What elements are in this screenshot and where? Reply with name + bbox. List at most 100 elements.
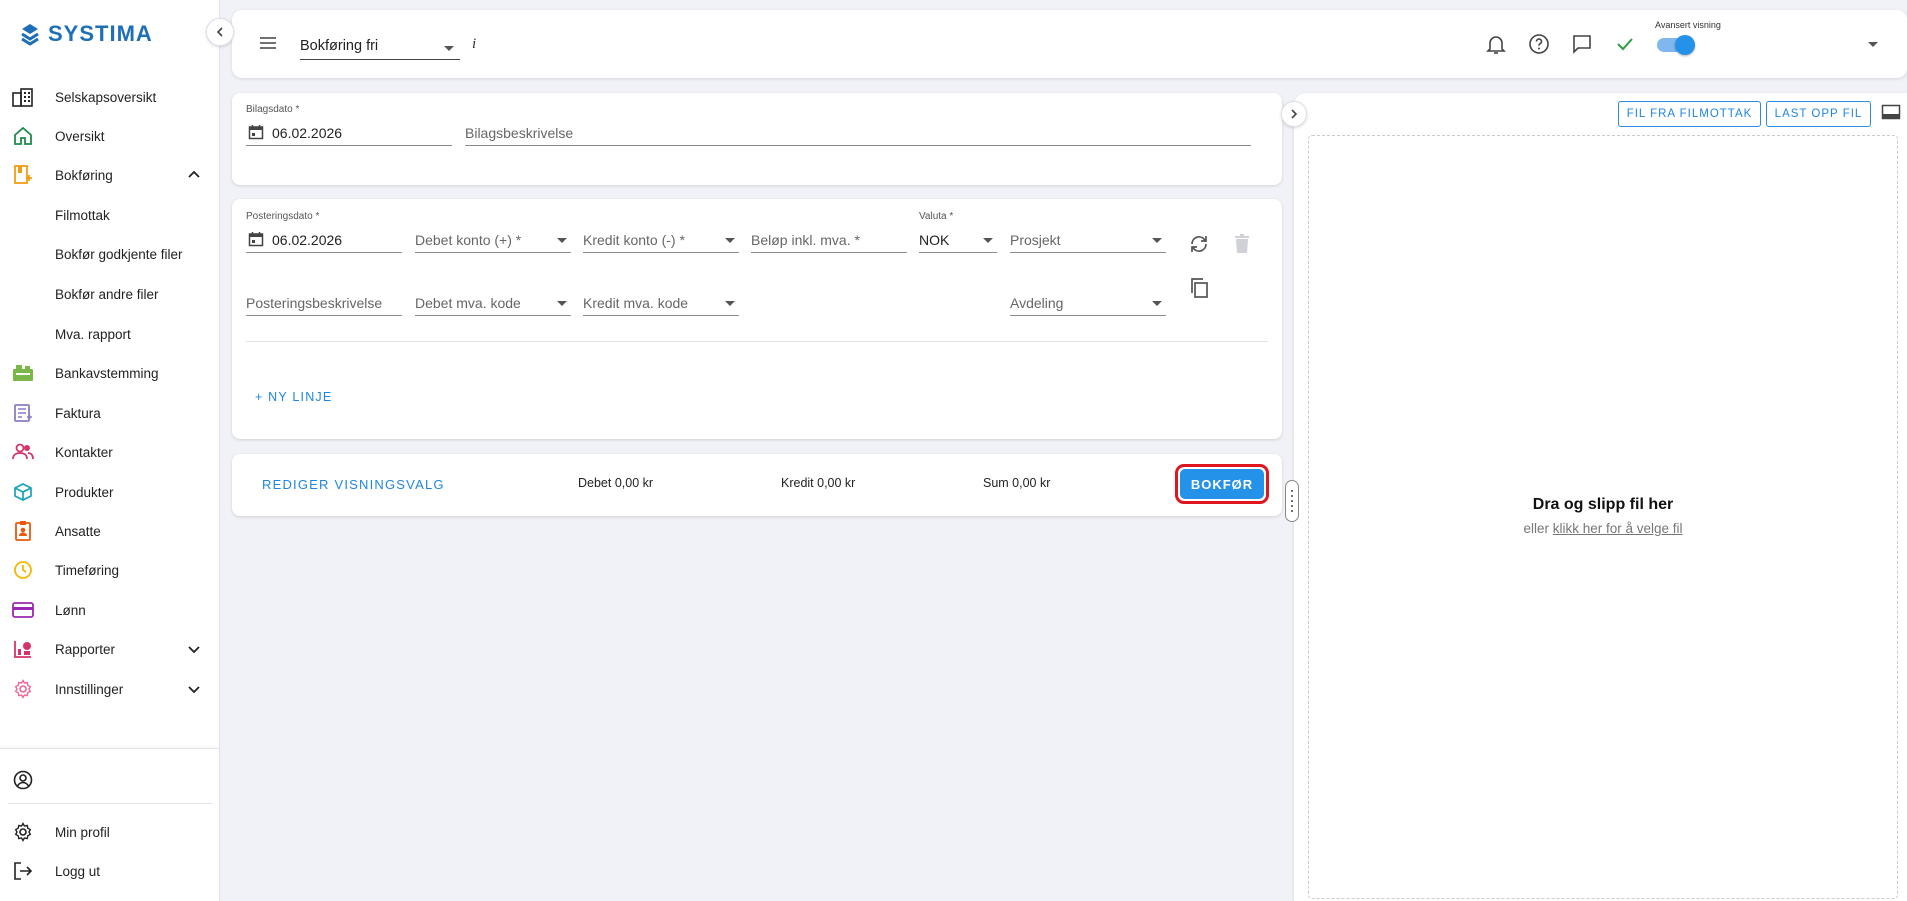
kredit-konto-placeholder: Kredit konto (-) * [583, 232, 685, 248]
choose-file-link[interactable]: klikk her for å velge fil [1553, 521, 1683, 536]
account-button[interactable] [0, 761, 220, 799]
sidebar-item-label: Bokfør andre filer [55, 286, 159, 302]
summary-bar: REDIGER VISNINGSVALG Debet 0,00 kr Kredi… [232, 454, 1282, 516]
user-circle-icon [12, 769, 34, 791]
sidebar-item-label: Selskapsoversikt [55, 89, 157, 105]
valuta-label: Valuta * [919, 211, 954, 222]
bell-icon[interactable] [1484, 32, 1508, 56]
logg-ut-label: Logg ut [55, 863, 101, 879]
bilagsdato-value: 06.02.2026 [272, 125, 343, 141]
sidebar-item-label: Bokfør godkjente filer [55, 246, 183, 262]
chevron-left-icon [216, 27, 223, 37]
debet-mva-field[interactable]: Debet mva. kode [415, 290, 571, 316]
sidebar-item-produkter[interactable]: Produkter [0, 473, 220, 511]
refresh-icon[interactable] [1188, 233, 1212, 257]
prosjekt-field[interactable]: Prosjekt [1010, 227, 1166, 253]
sidebar-item-lonn[interactable]: Lønn [0, 591, 220, 629]
credit-total: Kredit 0,00 kr [781, 476, 856, 490]
sidebar-item-bankavstemming[interactable]: Bankavstemming [0, 354, 220, 392]
copy-icon[interactable] [1188, 277, 1212, 301]
account-dropdown-caret-icon[interactable] [1868, 42, 1878, 47]
calendar-icon[interactable] [248, 124, 264, 140]
help-icon[interactable] [1527, 32, 1551, 56]
sidebar: SYSTIMA Selskapsoversikt Oversikt Bokfør… [0, 0, 220, 901]
sidebar-item-faktura[interactable]: Faktura [0, 394, 220, 432]
posteringsbeskrivelse-field[interactable]: Posteringsbeskrivelse [246, 290, 402, 316]
sidebar-item-kontakter[interactable]: Kontakter [0, 433, 220, 471]
kredit-mva-placeholder: Kredit mva. kode [583, 295, 689, 311]
ledger-icon [12, 164, 34, 186]
posteringsbeskrivelse-placeholder: Posteringsbeskrivelse [246, 295, 383, 311]
sidebar-item-timeforing[interactable]: Timeføring [0, 551, 220, 589]
check-icon[interactable] [1613, 32, 1637, 56]
mode-select[interactable]: Bokføring fri [300, 36, 460, 60]
bilagsdato-label: Bilagsdato * [246, 104, 300, 115]
voucher-card: Bilagsdato * 06.02.2026 Bilagsbeskrivels… [232, 93, 1282, 185]
sidebar-item-mva-rapport[interactable]: Mva. rapport [0, 315, 220, 353]
file-dropzone[interactable]: Dra og slipp fil her eller klikk her for… [1308, 135, 1898, 899]
belop-field[interactable]: Beløp inkl. mva. * [751, 227, 907, 253]
resize-handle[interactable] [1285, 480, 1299, 522]
chevron-down-icon[interactable] [186, 681, 202, 697]
dropdown-caret-icon [444, 46, 454, 51]
layout-toggle-icon[interactable] [1881, 104, 1901, 122]
new-line-button[interactable]: + NY LINJE [255, 390, 332, 404]
calendar-icon[interactable] [248, 231, 264, 247]
belop-placeholder: Beløp inkl. mva. * [751, 232, 860, 248]
delete-icon[interactable] [1232, 233, 1256, 257]
sidebar-item-ansatte[interactable]: Ansatte [0, 512, 220, 550]
mode-select-value: Bokføring fri [300, 38, 379, 54]
logg-ut-link[interactable]: Logg ut [0, 852, 220, 890]
bokfor-button[interactable]: BOKFØR [1180, 469, 1264, 499]
sidebar-item-bokfor-godkjente-filer[interactable]: Bokfør godkjente filer [0, 235, 220, 273]
sum-total: Sum 0,00 kr [983, 476, 1051, 490]
sidebar-item-label: Innstillinger [55, 681, 124, 697]
sidebar-item-label: Timeføring [55, 562, 120, 578]
file-from-inbox-button[interactable]: FIL FRA FILMOTTAK [1618, 101, 1761, 127]
debet-konto-field[interactable]: Debet konto (+) * [415, 227, 571, 253]
divider [8, 803, 212, 804]
valuta-select[interactable]: Valuta * NOK [919, 211, 997, 253]
logo[interactable]: SYSTIMA [18, 20, 153, 48]
posteringsdato-label: Posteringsdato * [246, 211, 320, 222]
kredit-konto-field[interactable]: Kredit konto (-) * [583, 227, 739, 253]
collapse-file-pane-button[interactable] [1281, 101, 1307, 127]
kredit-mva-field[interactable]: Kredit mva. kode [583, 290, 739, 316]
sidebar-item-innstillinger[interactable]: Innstillinger [0, 670, 220, 708]
dropdown-caret-icon [725, 301, 735, 306]
brand-name: SYSTIMA [48, 21, 153, 46]
sidebar-item-bokfor-andre-filer[interactable]: Bokfør andre filer [0, 275, 220, 313]
advanced-view-toggle[interactable] [1657, 35, 1695, 55]
chat-icon[interactable] [1570, 32, 1594, 56]
dropdown-caret-icon [1152, 301, 1162, 306]
sidebar-item-bokforing[interactable]: Bokføring [0, 156, 220, 194]
info-icon[interactable]: i [472, 36, 476, 53]
chevron-down-icon[interactable] [186, 641, 202, 657]
post-button-highlight: BOKFØR [1175, 464, 1269, 504]
bilagsdato-field[interactable]: Bilagsdato * 06.02.2026 [246, 104, 452, 146]
sidebar-item-rapporter[interactable]: Rapporter [0, 630, 220, 668]
sidebar-item-oversikt[interactable]: Oversikt [0, 117, 220, 155]
dropdown-caret-icon [1152, 238, 1162, 243]
debet-konto-placeholder: Debet konto (+) * [415, 232, 522, 248]
chevron-up-icon[interactable] [186, 167, 202, 183]
people-icon [12, 441, 34, 463]
bank-icon [12, 362, 34, 384]
sidebar-item-filmottak[interactable]: Filmottak [0, 196, 220, 234]
posting-card: Posteringsdato * 06.02.2026 Debet konto … [232, 199, 1282, 439]
report-icon [12, 638, 34, 660]
advanced-view-label: Avansert visning [1655, 20, 1721, 30]
edit-view-options-button[interactable]: REDIGER VISNINGSVALG [262, 477, 445, 492]
collapse-sidebar-button[interactable] [206, 18, 234, 46]
bilagsbeskrivelse-field[interactable]: Bilagsbeskrivelse [465, 120, 1251, 146]
sidebar-item-label: Oversikt [55, 128, 105, 144]
menu-icon[interactable] [258, 35, 278, 51]
valuta-value: NOK [919, 232, 950, 248]
sidebar-item-selskapsoversikt[interactable]: Selskapsoversikt [0, 78, 220, 116]
upload-file-label: LAST OPP FIL [1774, 108, 1863, 120]
posteringsdato-field[interactable]: Posteringsdato * 06.02.2026 [246, 211, 402, 253]
upload-file-button[interactable]: LAST OPP FIL [1766, 101, 1871, 127]
avdeling-field[interactable]: Avdeling [1010, 290, 1166, 316]
dropzone-subtitle: eller klikk her for å velge fil [1309, 521, 1897, 536]
min-profil-link[interactable]: Min profil [0, 813, 220, 851]
